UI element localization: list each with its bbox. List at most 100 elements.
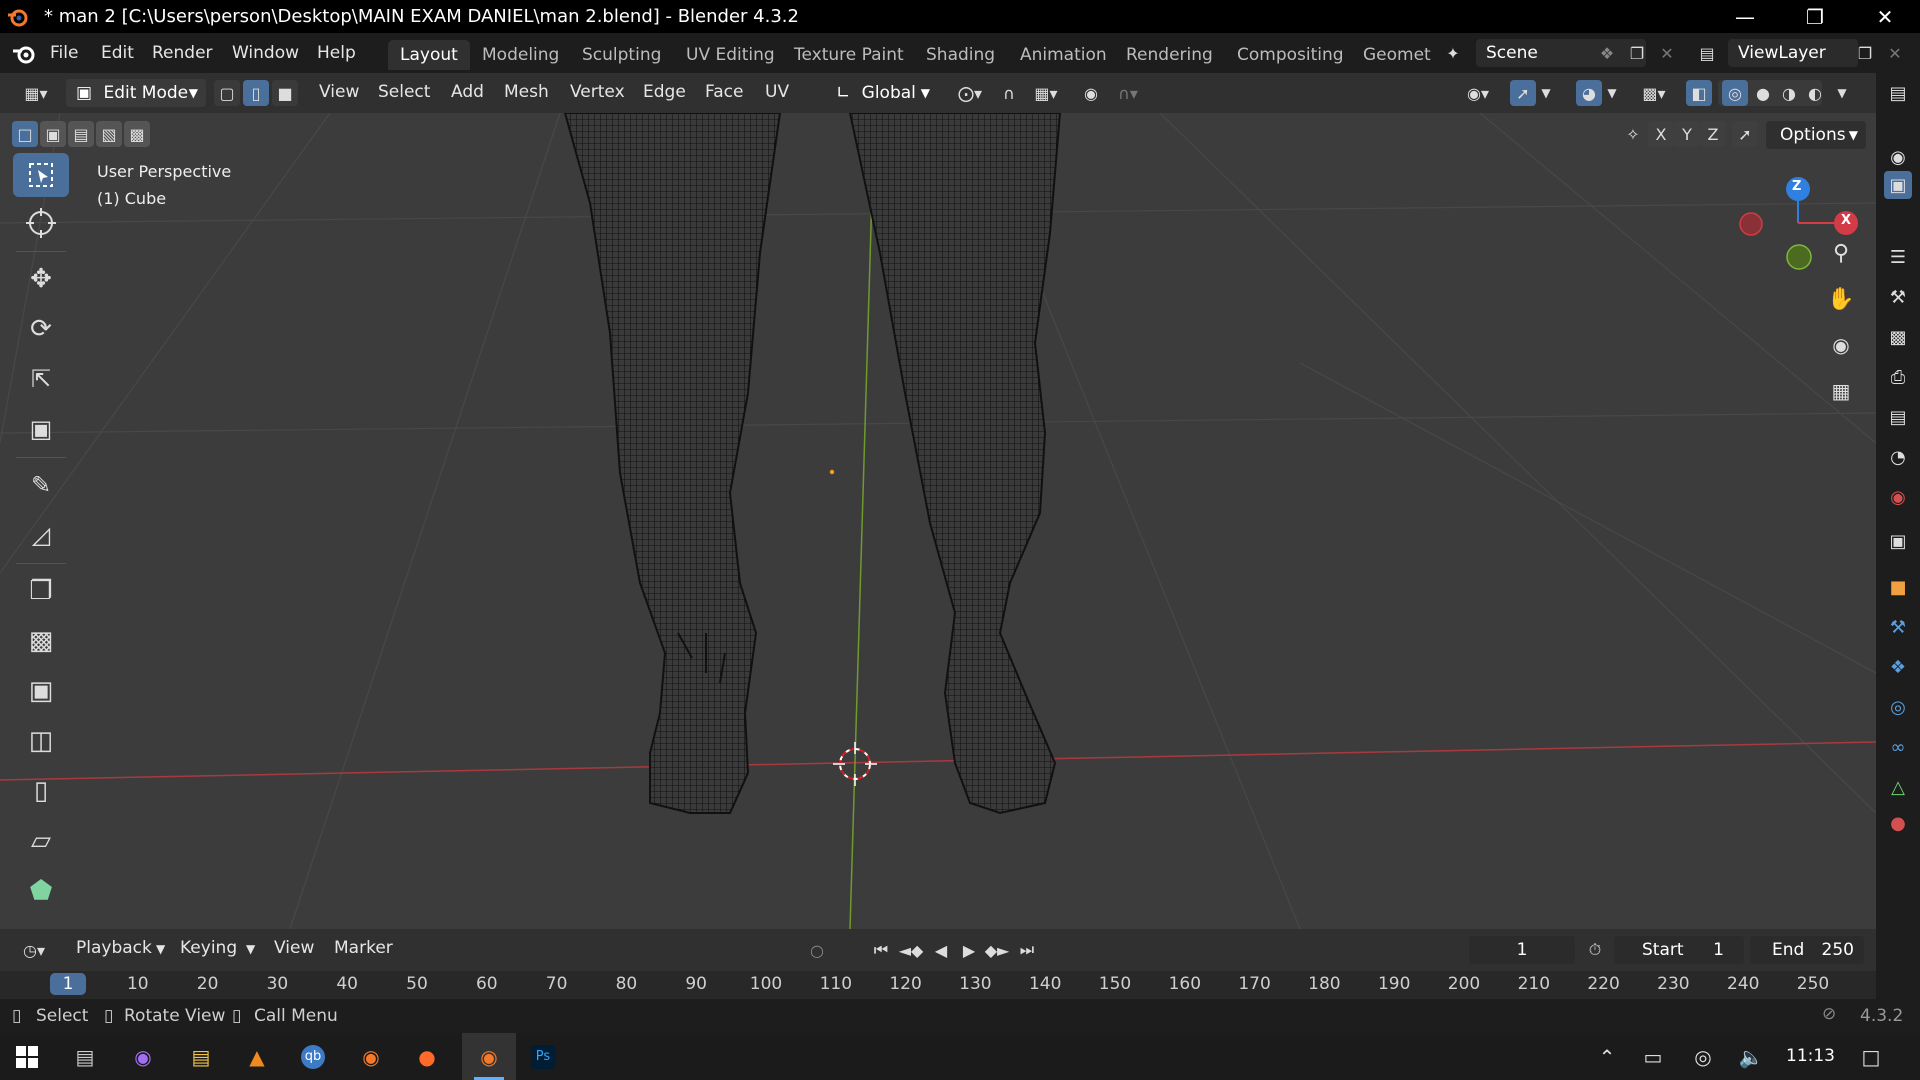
grid-icon[interactable]: ▦: [1821, 371, 1861, 411]
poly-build-icon[interactable]: ⬟: [13, 869, 69, 913]
modifier-props-icon[interactable]: ⚒: [1884, 613, 1912, 641]
mirror-z-toggle[interactable]: Z: [1700, 121, 1726, 147]
transform-icon[interactable]: ▣: [13, 407, 69, 451]
3d-viewport[interactable]: Z X □ ▣ ▤ ▧ ▩ User Perspective (1) Cube …: [0, 113, 1876, 929]
header-menu-select[interactable]: Select: [378, 82, 430, 102]
add-cube-icon[interactable]: ❐: [13, 569, 69, 613]
face-select-icon[interactable]: ■: [272, 80, 298, 106]
blender-active-icon[interactable]: ◉: [462, 1033, 516, 1080]
clock[interactable]: 11:13: [1786, 1046, 1835, 1066]
solid-shading-icon[interactable]: ●: [1750, 80, 1776, 106]
physics-props-icon[interactable]: ◎: [1884, 693, 1912, 721]
rotate-icon[interactable]: ⟳: [13, 307, 69, 351]
knife-icon[interactable]: ▱: [13, 819, 69, 863]
inset-icon[interactable]: ▣: [13, 669, 69, 713]
select-subtract-icon[interactable]: ▤: [68, 121, 94, 147]
scene-name-field[interactable]: Scene: [1476, 39, 1646, 67]
app-icon-purple[interactable]: ◉: [122, 1039, 164, 1075]
select-new-icon[interactable]: □: [12, 121, 38, 147]
mesh-overlay-icon[interactable]: ▩▾: [1634, 80, 1674, 106]
output-props-icon[interactable]: ⎙: [1884, 363, 1912, 391]
menu-edit[interactable]: Edit: [101, 43, 134, 63]
visibility-icon[interactable]: ◉▾: [1458, 80, 1498, 106]
properties-icon[interactable]: ☰: [1884, 243, 1912, 271]
globe-icon[interactable]: ◎: [1682, 1039, 1724, 1075]
move-icon[interactable]: ✥: [13, 257, 69, 301]
view-layer-icon[interactable]: ▤: [1694, 40, 1720, 66]
app-icon-generic[interactable]: ▤: [64, 1039, 106, 1075]
tab-uv-editing[interactable]: UV Editing: [674, 40, 787, 70]
overlay-toggle-icon[interactable]: ◕: [1576, 80, 1602, 106]
header-menu-mesh[interactable]: Mesh: [504, 82, 549, 102]
world-props-icon[interactable]: ◉: [1884, 483, 1912, 511]
overlay-dropdown-icon[interactable]: ▼: [1604, 80, 1620, 106]
snap-icon[interactable]: ∩: [996, 80, 1022, 106]
scale-icon[interactable]: ⇱: [13, 357, 69, 401]
zoom-icon[interactable]: ⚲: [1821, 233, 1861, 273]
vlc-icon[interactable]: ▲: [236, 1039, 278, 1075]
new-scene-icon[interactable]: ❐: [1624, 40, 1650, 66]
snap-target-icon[interactable]: ▦▾: [1026, 80, 1066, 106]
timeline-ruler[interactable]: 1 10 20 30 40 50 60 70 80 90 100 110 120 130 140 150 160…: [0, 929, 1876, 999]
battery-icon[interactable]: ▭: [1632, 1039, 1674, 1075]
gizmo-toggle-icon[interactable]: ➚: [1510, 80, 1536, 106]
render-props-icon[interactable]: ▩: [1884, 323, 1912, 351]
header-menu-uv[interactable]: UV: [765, 82, 789, 102]
firefox-icon[interactable]: ●: [406, 1039, 448, 1075]
rendered-shading-icon[interactable]: ◐: [1802, 80, 1828, 106]
tab-modeling[interactable]: Modeling: [470, 40, 571, 70]
vertex-select-icon[interactable]: ▢: [214, 80, 240, 106]
gizmo-dropdown-icon[interactable]: ▼: [1538, 80, 1554, 106]
menu-window[interactable]: Window: [232, 43, 299, 63]
hand-icon[interactable]: ✋: [1821, 279, 1861, 319]
bevel-icon[interactable]: ◫: [13, 719, 69, 763]
tab-texture-paint[interactable]: Texture Paint: [782, 40, 916, 70]
tab-geometry[interactable]: Geomet: [1351, 40, 1435, 70]
new-view-layer-icon[interactable]: ❐: [1852, 40, 1878, 66]
pivot-point-icon[interactable]: ⨀▾: [950, 80, 990, 106]
delete-scene-icon[interactable]: ✕: [1654, 40, 1680, 66]
mirror-x-toggle[interactable]: X: [1648, 121, 1674, 147]
header-menu-view[interactable]: View: [319, 82, 359, 102]
menu-file[interactable]: File: [50, 43, 78, 63]
select-invert-icon[interactable]: ▧: [96, 121, 122, 147]
object-props-icon[interactable]: ■: [1884, 573, 1912, 601]
select-box-icon[interactable]: [13, 153, 69, 197]
camera-view-icon[interactable]: ▣: [1884, 171, 1912, 199]
transform-orientation[interactable]: ∟ Global ▼: [826, 79, 936, 107]
tab-sculpting[interactable]: Sculpting: [570, 40, 673, 70]
measure-icon[interactable]: ◿: [13, 513, 69, 557]
delete-view-layer-icon[interactable]: ✕: [1882, 40, 1908, 66]
topology-mirror-icon[interactable]: ➚: [1732, 121, 1758, 147]
pin-icon[interactable]: ❖: [1594, 40, 1620, 66]
particles-props-icon[interactable]: ❖: [1884, 653, 1912, 681]
tab-animation[interactable]: Animation: [1008, 40, 1119, 70]
collection-props-icon[interactable]: ▣: [1884, 527, 1912, 555]
scene-props-icon[interactable]: ◔: [1884, 443, 1912, 471]
tab-rendering[interactable]: Rendering: [1114, 40, 1225, 70]
menu-render[interactable]: Render: [152, 43, 213, 63]
cursor-icon[interactable]: [13, 201, 69, 245]
xray-icon[interactable]: ◧: [1686, 80, 1712, 106]
windows-start-icon[interactable]: [6, 1039, 48, 1075]
material-props-icon[interactable]: ●: [1884, 809, 1912, 837]
notification-icon[interactable]: □: [1850, 1039, 1892, 1075]
tab-compositing[interactable]: Compositing: [1225, 40, 1356, 70]
header-menu-vertex[interactable]: Vertex: [570, 82, 625, 102]
data-props-icon[interactable]: △: [1884, 773, 1912, 801]
select-extend-icon[interactable]: ▣: [40, 121, 66, 147]
edge-select-icon[interactable]: ▯: [243, 80, 269, 106]
header-menu-edge[interactable]: Edge: [643, 82, 686, 102]
constraints-props-icon[interactable]: ∞: [1884, 733, 1912, 761]
minimize-icon[interactable]: —: [1710, 0, 1780, 33]
restore-icon[interactable]: ❐: [1780, 0, 1850, 33]
close-icon[interactable]: ✕: [1850, 0, 1920, 33]
view-layer-field[interactable]: ViewLayer: [1728, 39, 1858, 67]
annotate-icon[interactable]: ✎: [13, 463, 69, 507]
mirror-icon[interactable]: ✧: [1620, 121, 1646, 147]
mode-selector[interactable]: ▣ Edit Mode ▼: [66, 79, 206, 107]
wireframe-shading-icon[interactable]: ◎: [1722, 80, 1748, 106]
select-intersect-icon[interactable]: ▩: [124, 121, 150, 147]
header-menu-add[interactable]: Add: [451, 82, 484, 102]
scene-icon[interactable]: ✦: [1440, 40, 1466, 66]
